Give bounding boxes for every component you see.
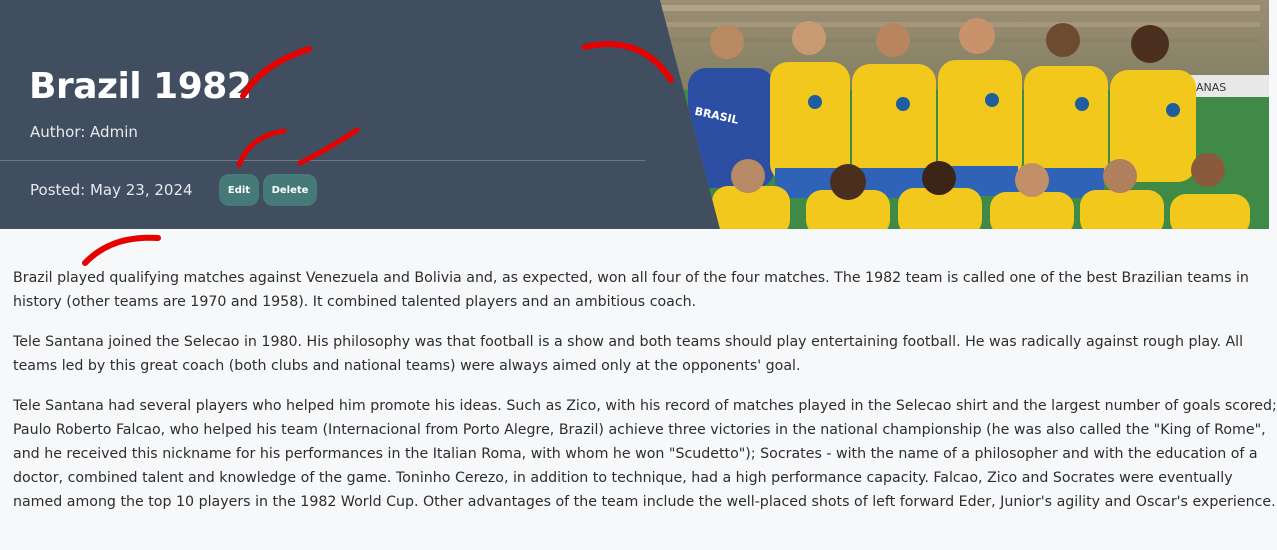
ad-board-text: ANAS (1196, 81, 1226, 94)
edit-button[interactable]: Edit (219, 174, 259, 206)
post-paragraph: Tele Santana joined the Selecao in 1980.… (13, 334, 1244, 374)
hero-divider (0, 160, 645, 161)
delete-button[interactable]: Delete (263, 174, 317, 206)
post-body: Brazil played qualifying matches against… (13, 266, 1277, 530)
post-date: Posted: May 23, 2024 (30, 181, 193, 199)
annotation-stroke-body (82, 234, 161, 266)
post-author: Author: Admin (30, 123, 138, 141)
post-hero: ANAS BRASIL Brazil 1982 Author: Admin Po… (0, 0, 1269, 229)
post-paragraph: Brazil played qualifying matches against… (13, 270, 1249, 310)
post-paragraph: Tele Santana had several players who hel… (13, 398, 1277, 510)
post-title: Brazil 1982 (29, 66, 252, 107)
